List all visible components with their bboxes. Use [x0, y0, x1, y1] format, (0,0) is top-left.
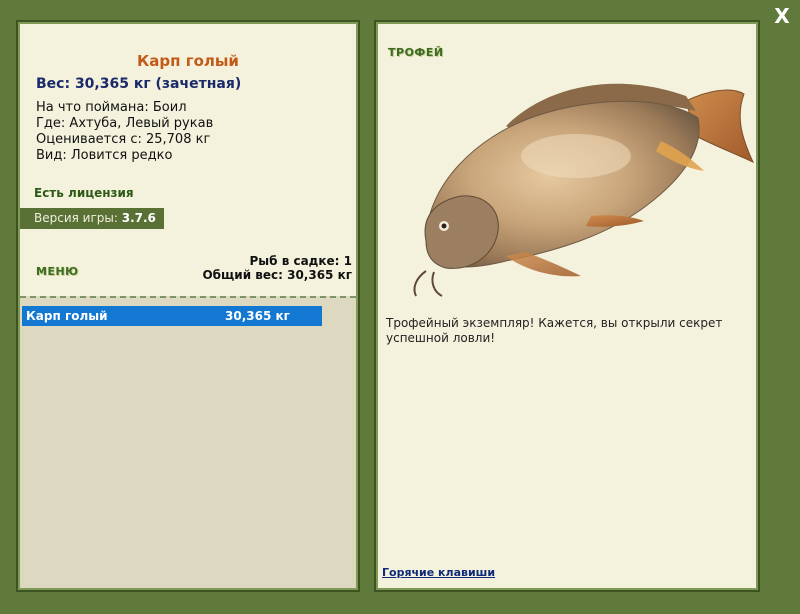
fish-info-inner: Карп голый Вес: 30,365 кг (зачетная) На …	[20, 24, 356, 588]
keepnet-row[interactable]: Карп голый 30,365 кг	[22, 306, 322, 326]
fish-name: Карп голый	[137, 52, 239, 70]
game-version: Версия игры: 3.7.6	[20, 208, 164, 229]
trophy-description: Трофейный экземпляр! Кажется, вы открыли…	[386, 316, 723, 345]
hotkeys-link[interactable]: Горячие клавиши	[382, 566, 495, 579]
rarity-line: Вид: Ловится редко	[36, 148, 173, 163]
fish-details: На что поймана: Боил Где: Ахтуба, Левый …	[36, 100, 213, 164]
keepnet-row-name: Карп голый	[26, 309, 108, 323]
carp-fish-image	[413, 83, 755, 297]
close-icon[interactable]: X	[772, 6, 792, 26]
version-value: 3.7.6	[121, 211, 156, 225]
license-status: Есть лицензия	[34, 186, 134, 200]
fish-info-panel: Карп голый Вес: 30,365 кг (зачетная) На …	[16, 20, 360, 592]
location-line: Где: Ахтуба, Левый рукав	[36, 116, 214, 131]
menu-button[interactable]: МЕНЮ	[36, 265, 79, 278]
keepnet-row-weight: 30,365 кг	[225, 309, 290, 323]
keepnet-count: Рыб в садке: 1	[249, 254, 353, 268]
bait-line: На что поймана: Боил	[36, 100, 187, 115]
fish-weight: Вес: 30,365 кг (зачетная)	[36, 76, 242, 92]
min-weight-line: Оценивается с: 25,708 кг	[36, 132, 211, 147]
keepnet-total-weight: Общий вес: 30,365 кг	[202, 268, 352, 282]
version-label: Версия игры:	[34, 211, 118, 225]
trophy-panel: ТРОФЕЙ Трофейный экземпляр! Кажется, вы …	[374, 20, 760, 592]
keepnet-list: Карп голый 30,365 кг	[20, 296, 356, 588]
